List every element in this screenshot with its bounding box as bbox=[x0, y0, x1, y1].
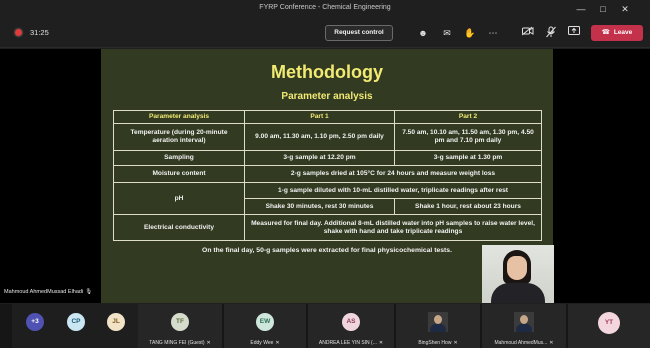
participant-name: Eddy Wee ✕ bbox=[224, 340, 306, 346]
table-cell: Shake 1 hour, rest about 23 hours bbox=[394, 198, 542, 216]
phone-icon: ☎ bbox=[601, 29, 610, 36]
presenter-name-label: Mahmoud AhmedMussad Elhadi 🎙 bbox=[4, 289, 92, 295]
participant-name-text: Eddy Wee bbox=[250, 340, 274, 346]
mic-icon: 🎙 bbox=[85, 289, 93, 295]
table-cell: Shake 30 minutes, rest 30 minutes bbox=[244, 198, 395, 216]
table-cell: 1-g sample diluted with 10-mL distilled … bbox=[244, 182, 542, 200]
table-cell: 3-g sample at 1.30 pm bbox=[394, 150, 542, 167]
participant-tile[interactable]: YT bbox=[568, 304, 650, 348]
participant-photo bbox=[428, 312, 448, 332]
avatar: CP bbox=[67, 313, 85, 331]
participant-face bbox=[507, 256, 527, 280]
window-title-bar: FYRP Conference - Chemical Engineering —… bbox=[0, 0, 650, 18]
table-cell: 2-g samples dried at 105°C for 24 hours … bbox=[244, 165, 542, 184]
request-control-button[interactable]: Request control bbox=[325, 25, 393, 41]
participant-strip: +3 CP JL TF TANG MING FEI (Guest) ✕ EW Ed… bbox=[0, 304, 650, 348]
participant-tile[interactable]: TF TANG MING FEI (Guest) ✕ bbox=[138, 304, 222, 348]
slide-title: Methodology bbox=[271, 62, 383, 82]
chat-icon[interactable]: ✉ bbox=[440, 26, 454, 40]
photo-face bbox=[520, 315, 528, 324]
mic-off-icon: ✕ bbox=[453, 340, 458, 346]
mic-off-icon: ✕ bbox=[275, 340, 280, 346]
participant-tile[interactable]: CP bbox=[58, 304, 94, 348]
avatar: EW bbox=[256, 313, 274, 331]
minimize-icon[interactable]: — bbox=[574, 2, 588, 16]
table-header-row: Parameter analysis Part 1 Part 2 bbox=[113, 109, 542, 125]
participant-name-text: ANDREA LEE YIN SIN (... bbox=[318, 340, 377, 346]
shared-screen-stage: Methodology Parameter analysis Parameter… bbox=[0, 49, 650, 303]
leave-label: Leave bbox=[613, 29, 633, 36]
mic-off-icon: ✕ bbox=[549, 340, 554, 346]
participant-name: TANG MING FEI (Guest) ✕ bbox=[138, 340, 222, 346]
mic-off-icon: ✕ bbox=[378, 340, 384, 346]
raise-hand-icon[interactable]: ✋ bbox=[463, 26, 477, 40]
leave-button[interactable]: ☎ Leave bbox=[591, 25, 643, 41]
avatar: TF bbox=[171, 313, 189, 331]
table-cell: 9.00 am, 11.30 am, 1.10 pm, 2.50 pm dail… bbox=[244, 123, 395, 152]
mic-off-icon: ✕ bbox=[206, 340, 211, 346]
row-label: Sampling bbox=[113, 150, 245, 167]
participant-tile[interactable]: +3 bbox=[12, 304, 58, 348]
slide-subtitle: Parameter analysis bbox=[281, 91, 373, 102]
participant-name-text: Mahmoud AhmedMus... bbox=[494, 340, 548, 346]
overflow-count-badge: +3 bbox=[26, 313, 44, 331]
participant-tile[interactable]: JL bbox=[94, 304, 138, 348]
table-cell: 3-g sample at 12.20 pm bbox=[244, 150, 395, 167]
close-icon[interactable]: ✕ bbox=[618, 2, 632, 16]
table-cell: 7.50 am, 10.10 am, 11.50 am, 1.30 pm, 4.… bbox=[394, 123, 542, 152]
row-label: pH bbox=[113, 182, 245, 216]
methodology-table: Parameter analysis Part 1 Part 2 Tempera… bbox=[113, 109, 542, 242]
avatar: JL bbox=[107, 313, 125, 331]
participant-name: BingShen How ✕ bbox=[396, 340, 480, 346]
row-label: Electrical conductivity bbox=[113, 214, 245, 242]
participant-name-text: TANG MING FEI (Guest) bbox=[149, 340, 205, 346]
people-icon[interactable]: ☻ bbox=[416, 26, 430, 40]
participant-name-text: BingShen How bbox=[418, 340, 452, 346]
participant-tile[interactable]: Mahmoud AhmedMus... ✕ bbox=[482, 304, 566, 348]
table-header: Part 1 bbox=[244, 109, 395, 125]
avatar: AS bbox=[342, 313, 360, 331]
table-row: pH 1-g sample diluted with 10-mL distill… bbox=[113, 182, 542, 216]
table-row: Temperature (during 20-minute aeration i… bbox=[113, 123, 542, 152]
table-cell: Measured for final day. Additional 8-mL … bbox=[244, 214, 542, 242]
avatar: YT bbox=[598, 312, 620, 334]
photo-body bbox=[516, 324, 532, 332]
table-row: Sampling 3-g sample at 12.20 pm 3-g samp… bbox=[113, 150, 542, 167]
share-screen-icon[interactable] bbox=[567, 26, 581, 40]
more-icon[interactable]: ⋯ bbox=[486, 26, 500, 40]
table-header: Parameter analysis bbox=[113, 109, 245, 125]
table-header: Part 2 bbox=[394, 109, 542, 125]
mic-off-icon[interactable] bbox=[544, 26, 558, 40]
participant-name: Mahmoud AhmedMus... ✕ bbox=[482, 340, 566, 346]
participant-photo bbox=[514, 312, 534, 332]
participant-body bbox=[491, 283, 545, 303]
participant-video-tile[interactable] bbox=[482, 245, 554, 303]
participant-tile[interactable]: AS ANDREA LEE YIN SIN (... ✕ bbox=[308, 304, 394, 348]
table-row: Moisture content 2-g samples dried at 10… bbox=[113, 165, 542, 184]
participant-name: ANDREA LEE YIN SIN (... ✕ bbox=[308, 340, 394, 346]
photo-face bbox=[434, 315, 442, 324]
camera-off-icon[interactable] bbox=[521, 26, 535, 40]
row-label: Moisture content bbox=[113, 165, 245, 184]
presenter-name: Mahmoud AhmedMussad Elhadi bbox=[4, 289, 84, 295]
maximize-icon[interactable]: □ bbox=[596, 2, 610, 16]
row-label: Temperature (during 20-minute aeration i… bbox=[113, 123, 245, 152]
recording-indicator-icon bbox=[15, 29, 22, 36]
photo-body bbox=[430, 324, 446, 332]
meeting-toolbar: 31:25 Request control ☻ ✉ ✋ ⋯ ☎ Leave bbox=[0, 18, 650, 48]
participant-tile[interactable]: EW Eddy Wee ✕ bbox=[224, 304, 306, 348]
table-row: Electrical conductivity Measured for fin… bbox=[113, 214, 542, 242]
meeting-timer: 31:25 bbox=[30, 28, 49, 37]
participant-tile[interactable]: BingShen How ✕ bbox=[396, 304, 480, 348]
window-title: FYRP Conference - Chemical Engineering bbox=[259, 4, 391, 11]
